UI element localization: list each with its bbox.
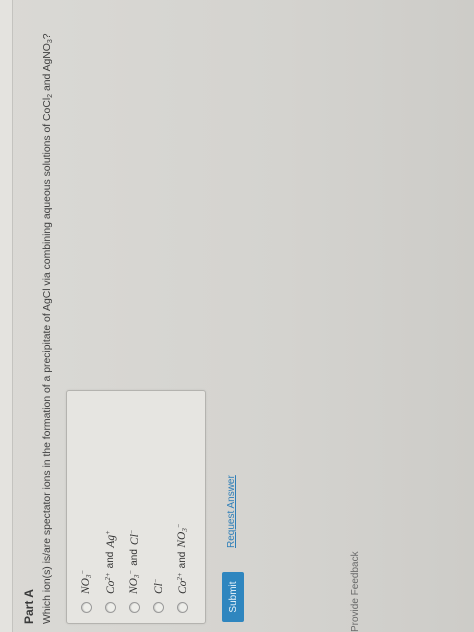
- question-sub-1: 2: [47, 93, 54, 98]
- request-answer-link[interactable]: Request Answer: [226, 475, 237, 548]
- option-3[interactable]: NO3− and Cl−: [125, 529, 143, 613]
- option-3-ion-a: NO3−: [127, 569, 141, 594]
- option-3-joiner: and: [128, 549, 140, 566]
- radio-button[interactable]: [176, 602, 188, 613]
- option-1-ion-a: NO3−: [79, 569, 93, 594]
- option-5-ion-a: Co2+: [175, 572, 189, 594]
- provide-feedback-link[interactable]: Provide Feedback: [350, 551, 361, 632]
- question-prefix: Which ion(s) is/are spectator ions in th…: [42, 97, 53, 624]
- submit-button[interactable]: Submit: [222, 572, 244, 622]
- option-2-joiner: and: [104, 551, 116, 569]
- part-title: Part A: [22, 589, 36, 624]
- option-5-ion-b: NO3−: [175, 523, 189, 548]
- question-text: Which ion(s) is/are spectator ions in th…: [42, 4, 54, 624]
- option-4[interactable]: Cl−: [149, 578, 167, 613]
- option-1[interactable]: NO3−: [77, 570, 95, 613]
- option-2[interactable]: Co2+ and Ag+: [101, 530, 119, 613]
- option-5[interactable]: Co2+ and NO3−: [173, 523, 191, 613]
- question-suffix: ?: [42, 33, 53, 40]
- radio-button[interactable]: [128, 602, 140, 613]
- header-band: [0, 0, 13, 632]
- question-sub-2: 3: [47, 39, 54, 44]
- answer-options-box: NO3− Co2+ and Ag+ NO3− and Cl− Cl− Co2+ …: [66, 390, 206, 624]
- option-5-joiner: and: [176, 551, 188, 569]
- option-2-ion-a: Co2+: [103, 572, 117, 594]
- option-3-ion-b: Cl−: [127, 529, 141, 546]
- option-2-ion-b: Ag+: [103, 530, 117, 548]
- problem-page: Part A Which ion(s) is/are spectator ion…: [0, 0, 474, 632]
- question-middle: and AgNO: [42, 43, 53, 94]
- radio-button[interactable]: [104, 602, 116, 613]
- option-4-ion-a: Cl−: [151, 578, 165, 594]
- radio-button[interactable]: [80, 602, 92, 613]
- radio-button[interactable]: [152, 602, 164, 613]
